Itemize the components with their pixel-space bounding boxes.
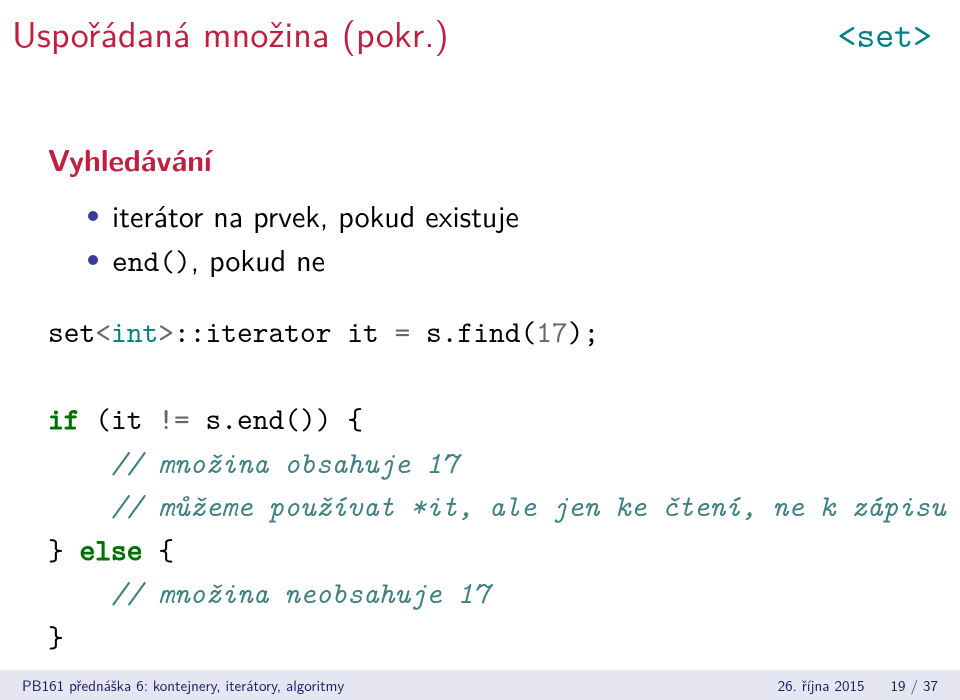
footer-date: 26. října 2015	[778, 674, 865, 696]
bullet-list: iterátor na prvek, pokud existuje end(),…	[48, 194, 912, 283]
footer-right: 26. října 2015 19 / 37	[778, 674, 960, 696]
code-block: set<int>::iterator it = s.find(17); if (…	[48, 311, 912, 659]
slide: Uspořádaná množina (pokr.) <set> Vyhledá…	[0, 0, 960, 700]
header-tag: <set>	[837, 11, 932, 59]
slide-title: Uspořádaná množina (pokr.)	[12, 6, 449, 59]
bullet-text: end(), pokud ne	[112, 238, 325, 284]
bullet-icon	[88, 211, 98, 221]
slide-body: Vyhledávání iterátor na prvek, pokud exi…	[0, 59, 960, 659]
code-comment: // množina obsahuje 17	[48, 444, 458, 483]
code-comment: // můžeme používat *it, ale jen ke čtení…	[48, 487, 946, 526]
slide-header: Uspořádaná množina (pokr.) <set>	[0, 0, 960, 59]
bullet-text-suffix: , pokud ne	[191, 237, 325, 281]
list-item: end(), pokud ne	[88, 238, 912, 284]
code-line: }	[48, 618, 64, 657]
footer-page: 19 / 37	[891, 674, 939, 696]
bullet-text: iterátor na prvek, pokud existuje	[112, 194, 519, 238]
code-line: set<int>::iterator it = s.find(17);	[48, 313, 599, 352]
footer-left: PB161 přednáška 6: kontejnery, iterátory…	[0, 674, 344, 696]
code-comment: // množina neobsahuje 17	[48, 574, 489, 613]
bullet-icon	[88, 255, 98, 265]
slide-footer: PB161 přednáška 6: kontejnery, iterátory…	[0, 670, 960, 700]
list-item: iterátor na prvek, pokud existuje	[88, 194, 912, 238]
code-line: } else {	[48, 531, 174, 570]
inline-code: end()	[112, 242, 191, 281]
subheading: Vyhledávání	[48, 137, 912, 180]
code-line: if (it != s.end()) {	[48, 400, 363, 439]
